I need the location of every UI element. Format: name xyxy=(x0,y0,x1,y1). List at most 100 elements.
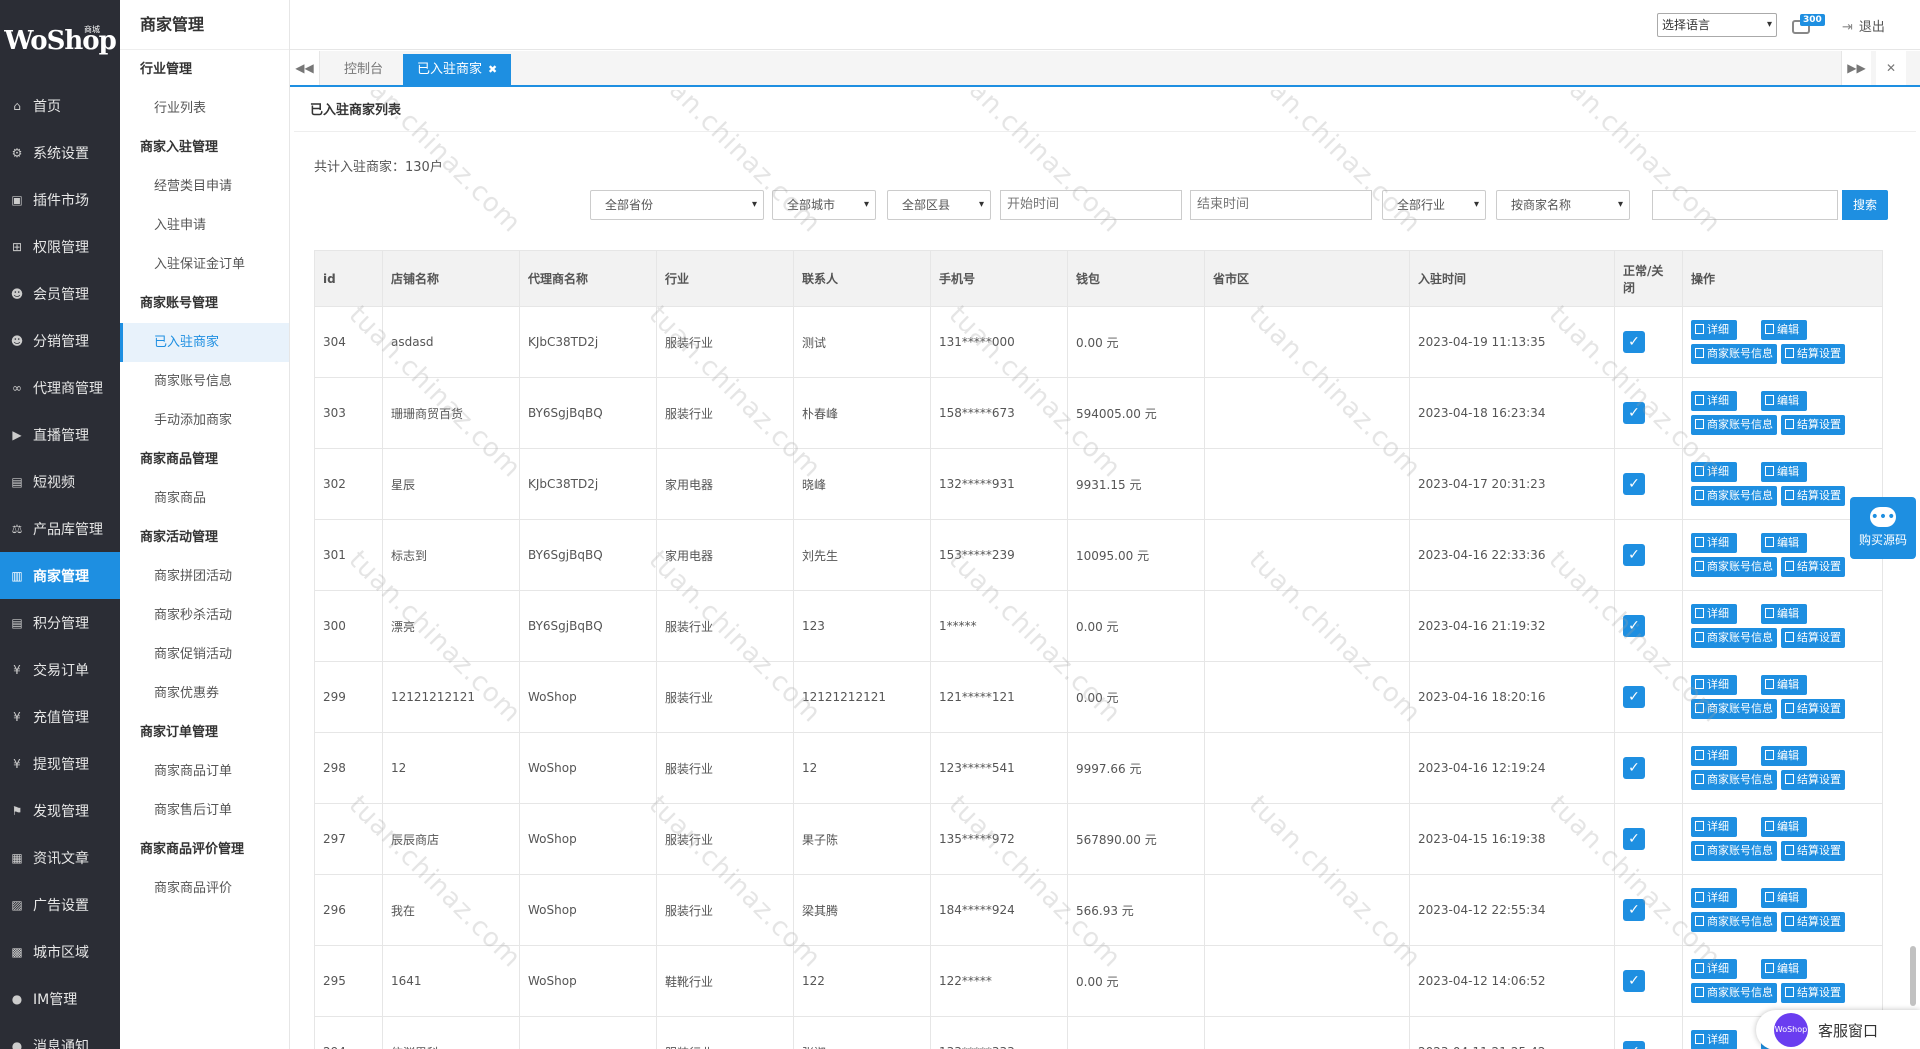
account-info-button[interactable]: 商家账号信息 xyxy=(1691,770,1777,790)
settlement-settings-button[interactable]: 结算设置 xyxy=(1781,344,1845,364)
settlement-settings-button[interactable]: 结算设置 xyxy=(1781,912,1845,932)
submenu-item[interactable]: 商家促销活动 xyxy=(120,635,289,674)
status-checkbox[interactable]: ✓ xyxy=(1623,1041,1645,1049)
submenu-item[interactable]: 商家账号信息 xyxy=(120,362,289,401)
nav-item-18[interactable]: ▩ 城市区域 xyxy=(0,928,120,975)
end-time-input[interactable]: 结束时间 xyxy=(1190,190,1372,220)
city-select[interactable]: 全部城市 ▾ xyxy=(772,190,876,220)
detail-button[interactable]: 详细 xyxy=(1691,959,1737,979)
detail-button[interactable]: 详细 xyxy=(1691,817,1737,837)
account-info-button[interactable]: 商家账号信息 xyxy=(1691,841,1777,861)
submenu-item[interactable]: 入驻申请 xyxy=(120,206,289,245)
edit-button[interactable]: 编辑 xyxy=(1761,817,1807,837)
account-info-button[interactable]: 商家账号信息 xyxy=(1691,486,1777,506)
detail-button[interactable]: 详细 xyxy=(1691,462,1737,482)
account-info-button[interactable]: 商家账号信息 xyxy=(1691,557,1777,577)
edit-button[interactable]: 编辑 xyxy=(1761,604,1807,624)
tabs-close-all-icon[interactable]: ✕ xyxy=(1876,51,1906,85)
detail-button[interactable]: 详细 xyxy=(1691,320,1737,340)
submenu-item[interactable]: 手动添加商家 xyxy=(120,401,289,440)
nav-item-6[interactable]: ∞ 代理商管理 xyxy=(0,364,120,411)
nav-item-2[interactable]: ▣ 插件市场 xyxy=(0,176,120,223)
submenu-item[interactable]: 商家商品 xyxy=(120,479,289,518)
account-info-button[interactable]: 商家账号信息 xyxy=(1691,628,1777,648)
status-checkbox[interactable]: ✓ xyxy=(1623,331,1645,353)
edit-button[interactable]: 编辑 xyxy=(1761,391,1807,411)
settlement-settings-button[interactable]: 结算设置 xyxy=(1781,770,1845,790)
status-checkbox[interactable]: ✓ xyxy=(1623,615,1645,637)
account-info-button[interactable]: 商家账号信息 xyxy=(1691,699,1777,719)
status-checkbox[interactable]: ✓ xyxy=(1623,970,1645,992)
nav-item-4[interactable]: ☻ 会员管理 xyxy=(0,270,120,317)
status-checkbox[interactable]: ✓ xyxy=(1623,473,1645,495)
detail-button[interactable]: 详细 xyxy=(1691,391,1737,411)
search-button[interactable]: 搜索 xyxy=(1842,190,1888,220)
nav-item-12[interactable]: ¥ 交易订单 xyxy=(0,646,120,693)
logo[interactable]: WoShop 商城 xyxy=(0,0,120,82)
status-checkbox[interactable]: ✓ xyxy=(1623,757,1645,779)
nav-item-3[interactable]: ⊞ 权限管理 xyxy=(0,223,120,270)
page-scrollbar[interactable] xyxy=(1910,946,1916,1006)
edit-button[interactable]: 编辑 xyxy=(1761,746,1807,766)
nav-item-5[interactable]: ☻ 分销管理 xyxy=(0,317,120,364)
submenu-item[interactable]: 商家优惠券 xyxy=(120,674,289,713)
tabs-scroll-left-icon[interactable]: ◀◀ xyxy=(290,51,320,85)
nav-item-8[interactable]: ▤ 短视频 xyxy=(0,458,120,505)
search-field-select[interactable]: 按商家名称 ▾ xyxy=(1496,190,1630,220)
start-time-input[interactable]: 开始时间 xyxy=(1000,190,1182,220)
detail-button[interactable]: 详细 xyxy=(1691,746,1737,766)
nav-item-9[interactable]: ⚖ 产品库管理 xyxy=(0,505,120,552)
detail-button[interactable]: 详细 xyxy=(1691,604,1737,624)
settlement-settings-button[interactable]: 结算设置 xyxy=(1781,628,1845,648)
edit-button[interactable]: 编辑 xyxy=(1761,462,1807,482)
submenu-item[interactable]: 行业列表 xyxy=(120,89,289,128)
nav-item-10[interactable]: ▥ 商家管理 xyxy=(0,552,120,599)
detail-button[interactable]: 详细 xyxy=(1691,888,1737,908)
tab-dashboard[interactable]: 控制台 xyxy=(330,54,397,85)
nav-item-0[interactable]: ⌂ 首页 xyxy=(0,82,120,129)
logout-button[interactable]: ⇥ 退出 xyxy=(1842,16,1885,35)
submenu-item[interactable]: 商家售后订单 xyxy=(120,791,289,830)
detail-button[interactable]: 详细 xyxy=(1691,1030,1737,1049)
message-button[interactable]: 300 xyxy=(1792,14,1825,36)
nav-item-11[interactable]: ▤ 积分管理 xyxy=(0,599,120,646)
submenu-item[interactable]: 商家拼团活动 xyxy=(120,557,289,596)
settlement-settings-button[interactable]: 结算设置 xyxy=(1781,486,1845,506)
nav-item-7[interactable]: ▶ 直播管理 xyxy=(0,411,120,458)
edit-button[interactable]: 编辑 xyxy=(1761,675,1807,695)
status-checkbox[interactable]: ✓ xyxy=(1623,899,1645,921)
account-info-button[interactable]: 商家账号信息 xyxy=(1691,912,1777,932)
nav-item-19[interactable]: ● IM管理 xyxy=(0,975,120,1022)
nav-item-16[interactable]: ▦ 资讯文章 xyxy=(0,834,120,881)
submenu-item[interactable]: 商家商品评价 xyxy=(120,869,289,908)
buy-source-button[interactable]: ••• 购买源码 xyxy=(1850,497,1916,559)
status-checkbox[interactable]: ✓ xyxy=(1623,828,1645,850)
edit-button[interactable]: 编辑 xyxy=(1761,320,1807,340)
settlement-settings-button[interactable]: 结算设置 xyxy=(1781,983,1845,1003)
edit-button[interactable]: 编辑 xyxy=(1761,888,1807,908)
nav-item-20[interactable]: ● 消息通知 xyxy=(0,1022,120,1049)
nav-item-17[interactable]: ▨ 广告设置 xyxy=(0,881,120,928)
customer-service-button[interactable]: WoShop 客服窗口 xyxy=(1756,1010,1920,1049)
status-checkbox[interactable]: ✓ xyxy=(1623,544,1645,566)
settlement-settings-button[interactable]: 结算设置 xyxy=(1781,557,1845,577)
settlement-settings-button[interactable]: 结算设置 xyxy=(1781,415,1845,435)
edit-button[interactable]: 编辑 xyxy=(1761,959,1807,979)
submenu-item[interactable]: 商家秒杀活动 xyxy=(120,596,289,635)
submenu-item[interactable]: 经营类目申请 xyxy=(120,167,289,206)
industry-select[interactable]: 全部行业 ▾ xyxy=(1382,190,1486,220)
account-info-button[interactable]: 商家账号信息 xyxy=(1691,344,1777,364)
nav-item-14[interactable]: ¥ 提现管理 xyxy=(0,740,120,787)
submenu-item[interactable]: 入驻保证金订单 xyxy=(120,245,289,284)
submenu-item[interactable]: 商家商品订单 xyxy=(120,752,289,791)
province-select[interactable]: 全部省份 ▾ xyxy=(590,190,764,220)
language-select[interactable]: 选择语言 ▾ xyxy=(1657,13,1777,37)
settlement-settings-button[interactable]: 结算设置 xyxy=(1781,699,1845,719)
tab-settled-merchants[interactable]: 已入驻商家 ✖ xyxy=(403,54,512,85)
close-icon[interactable]: ✖ xyxy=(488,63,497,76)
tabs-scroll-right-icon[interactable]: ▶▶ xyxy=(1841,51,1871,85)
edit-button[interactable]: 编辑 xyxy=(1761,533,1807,553)
submenu-item[interactable]: 已入驻商家 xyxy=(120,323,289,362)
district-select[interactable]: 全部区县 ▾ xyxy=(887,190,991,220)
detail-button[interactable]: 详细 xyxy=(1691,533,1737,553)
